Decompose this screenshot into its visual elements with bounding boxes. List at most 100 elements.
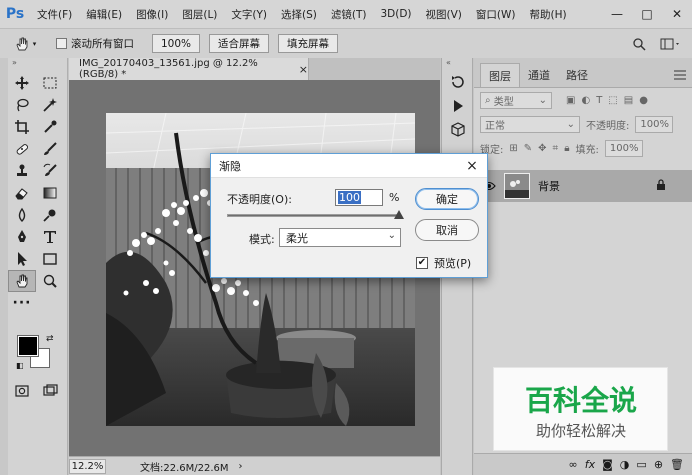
dialog-close-icon[interactable]: × bbox=[463, 157, 481, 175]
pen-tool[interactable] bbox=[8, 226, 36, 248]
menu-window[interactable]: 窗口(W) bbox=[469, 7, 523, 22]
blend-mode-select[interactable]: 正常 ⌄ bbox=[480, 115, 580, 133]
scroll-all-label: 滚动所有窗口 bbox=[71, 38, 134, 50]
eraser-tool[interactable] bbox=[8, 182, 36, 204]
path-select-tool[interactable] bbox=[8, 248, 36, 270]
tab-layers[interactable]: 图层 bbox=[480, 63, 520, 87]
document-tab[interactable]: IMG_20170403_13561.jpg @ 12.2%(RGB/8) * … bbox=[69, 58, 309, 80]
preview-checkbox[interactable]: ✔ 预览(P) bbox=[416, 255, 471, 271]
cancel-button[interactable]: 取消 bbox=[415, 219, 479, 241]
opacity-field[interactable]: 100% bbox=[635, 115, 674, 133]
type-tool[interactable] bbox=[36, 226, 64, 248]
lock-position-icon[interactable]: ✥ bbox=[538, 143, 546, 154]
dodge-icon bbox=[43, 209, 56, 222]
lasso-tool[interactable] bbox=[8, 94, 36, 116]
menu-file[interactable]: 文件(F) bbox=[30, 7, 79, 22]
filter-toggle-icon[interactable]: ● bbox=[639, 95, 648, 106]
filter-type-icon[interactable]: T bbox=[596, 95, 602, 106]
menu-select[interactable]: 选择(S) bbox=[274, 7, 324, 22]
eyedropper-tool[interactable] bbox=[36, 116, 64, 138]
history-brush-tool[interactable] bbox=[36, 160, 64, 182]
filter-smart-icon[interactable]: ▤ bbox=[624, 95, 633, 106]
fade-dialog: 渐隐 × 不透明度(O): 100 % 模式: 柔光 ⌄ 确定 取消 ✔ 预览(… bbox=[210, 153, 488, 278]
tab-paths[interactable]: 路径 bbox=[558, 63, 596, 87]
crop-tool[interactable] bbox=[8, 116, 36, 138]
ok-button[interactable]: 确定 bbox=[415, 188, 479, 210]
actions-panel-button[interactable] bbox=[442, 94, 474, 118]
layer-row-background[interactable]: 背景 bbox=[474, 170, 692, 202]
screen-mode-button[interactable] bbox=[36, 380, 64, 402]
filter-pixel-icon[interactable]: ▣ bbox=[566, 95, 575, 106]
clone-stamp-tool[interactable] bbox=[8, 160, 36, 182]
tools-collapse-icon[interactable]: » bbox=[8, 58, 67, 72]
magic-wand-tool[interactable] bbox=[36, 94, 64, 116]
lock-pixels-icon[interactable]: ✎ bbox=[524, 143, 532, 154]
panel-menu-icon[interactable] bbox=[674, 63, 686, 87]
panels-collapse-icon[interactable]: « bbox=[442, 58, 472, 70]
minimize-button[interactable]: — bbox=[602, 0, 632, 28]
3d-panel-button[interactable] bbox=[442, 118, 474, 142]
workspace-icon[interactable] bbox=[660, 37, 682, 51]
dodge-tool[interactable] bbox=[36, 204, 64, 226]
quick-mask-button[interactable] bbox=[8, 380, 36, 402]
fx-icon[interactable]: fx bbox=[585, 458, 595, 471]
status-zoom-field[interactable]: 12.2% bbox=[69, 458, 106, 474]
restore-button[interactable]: □ bbox=[632, 0, 662, 28]
opacity-input[interactable]: 100 bbox=[335, 189, 383, 206]
status-menu-arrow[interactable]: › bbox=[239, 461, 243, 472]
gradient-tool[interactable] bbox=[36, 182, 64, 204]
menu-help[interactable]: 帮助(H) bbox=[523, 7, 574, 22]
opacity-label: 不透明度: bbox=[586, 120, 630, 132]
blur-tool[interactable] bbox=[8, 204, 36, 226]
zoom-100-button[interactable]: 100% bbox=[152, 34, 201, 53]
marquee-tool[interactable] bbox=[36, 72, 64, 94]
filter-adjust-icon[interactable]: ◐ bbox=[581, 95, 590, 106]
tab-channels[interactable]: 通道 bbox=[520, 63, 558, 87]
mode-select[interactable]: 柔光 ⌄ bbox=[279, 228, 401, 247]
new-group-icon[interactable]: ▭ bbox=[636, 458, 646, 471]
new-layer-icon[interactable]: ⊕ bbox=[654, 458, 663, 471]
brush-tool[interactable] bbox=[36, 138, 64, 160]
rectangle-tool[interactable] bbox=[36, 248, 64, 270]
menu-type[interactable]: 文字(Y) bbox=[224, 7, 274, 22]
menu-view[interactable]: 视图(V) bbox=[419, 7, 469, 22]
menu-image[interactable]: 图像(I) bbox=[129, 7, 175, 22]
close-window-button[interactable]: ✕ bbox=[662, 0, 692, 28]
watermark-subtitle: 助你轻松解决 bbox=[536, 422, 626, 440]
opacity-slider[interactable] bbox=[227, 214, 399, 217]
cube-icon bbox=[451, 122, 465, 137]
menu-filter[interactable]: 滤镜(T) bbox=[324, 7, 374, 22]
filter-shape-icon[interactable]: ⬚ bbox=[608, 95, 617, 106]
tab-close-icon[interactable]: × bbox=[299, 63, 308, 76]
foreground-color-swatch[interactable] bbox=[17, 335, 39, 357]
healing-brush-tool[interactable] bbox=[8, 138, 36, 160]
menu-edit[interactable]: 编辑(E) bbox=[79, 7, 129, 22]
opacity-slider-thumb[interactable] bbox=[394, 210, 404, 219]
fill-screen-button[interactable]: 填充屏幕 bbox=[278, 34, 339, 53]
more-tools[interactable]: ··· bbox=[8, 292, 36, 314]
add-mask-icon[interactable]: ◙ bbox=[602, 458, 613, 471]
default-colors-icon[interactable]: ◧ bbox=[16, 361, 24, 370]
lock-all-icon[interactable]: 🔒︎ bbox=[564, 143, 569, 154]
fill-field[interactable]: 100% bbox=[604, 139, 643, 157]
trash-icon[interactable]: 🗑︎ bbox=[670, 458, 684, 471]
blend-mode-value: 正常 bbox=[485, 120, 505, 132]
fit-screen-button[interactable]: 适合屏幕 bbox=[209, 34, 270, 53]
zoom-tool[interactable] bbox=[36, 270, 64, 292]
lock-artboard-icon[interactable]: ⌗ bbox=[553, 143, 559, 154]
hand-tool[interactable] bbox=[8, 270, 36, 292]
watermark: 百科全说 助你轻松解决 bbox=[493, 367, 668, 451]
menu-3d[interactable]: 3D(D) bbox=[373, 8, 418, 20]
search-icon[interactable] bbox=[632, 37, 646, 51]
scroll-all-windows-checkbox[interactable]: 滚动所有窗口 bbox=[56, 36, 134, 51]
document-tab-title: IMG_20170403_13561.jpg @ 12.2%(RGB/8) * bbox=[79, 58, 258, 80]
layer-filter-select[interactable]: ⌕ 类型 ⌄ bbox=[480, 91, 552, 109]
swap-colors-icon[interactable]: ⇄ bbox=[46, 334, 54, 344]
tool-preset-picker[interactable]: ▾ bbox=[0, 36, 50, 52]
link-layers-icon[interactable]: ∞ bbox=[569, 458, 578, 471]
lock-transparent-icon[interactable]: ⊞ bbox=[509, 143, 517, 154]
history-panel-button[interactable] bbox=[442, 70, 474, 94]
adjustment-layer-icon[interactable]: ◑ bbox=[620, 458, 630, 471]
move-tool[interactable] bbox=[8, 72, 36, 94]
menu-layer[interactable]: 图层(L) bbox=[175, 7, 224, 22]
